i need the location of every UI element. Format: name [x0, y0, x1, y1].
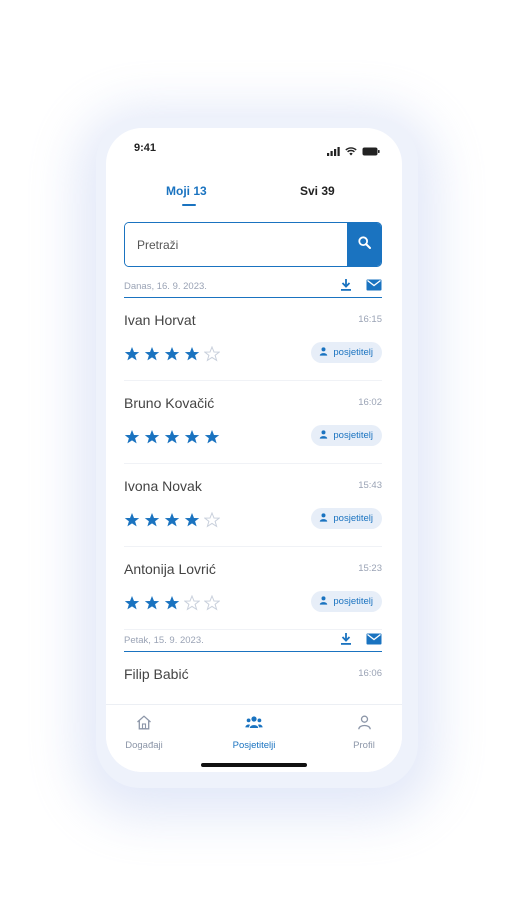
- star-filled-icon: [124, 512, 140, 528]
- visitor-list-item[interactable]: Antonija Lovrić 15:23 posjetitelj: [124, 547, 382, 630]
- visitor-list-item[interactable]: Bruno Kovačić 16:02 posjetitelj: [124, 381, 382, 464]
- mail-icon[interactable]: [366, 279, 382, 291]
- nav-events-label: Događaji: [125, 740, 163, 751]
- nav-visitors[interactable]: Posjetitelji: [226, 715, 282, 751]
- visitor-role-badge: posjetitelj: [311, 425, 382, 446]
- people-icon: [245, 715, 263, 735]
- download-icon[interactable]: [340, 278, 352, 291]
- nav-visitors-label: Posjetitelji: [232, 740, 276, 751]
- date-label: Danas, 16. 9. 2023.: [124, 281, 207, 292]
- star-filled-icon: [144, 595, 160, 611]
- user-icon: [319, 595, 328, 608]
- visitor-time: 15:23: [358, 563, 382, 574]
- tab-all-label: Svi: [300, 184, 319, 198]
- rating-stars: [124, 346, 220, 362]
- star-filled-icon: [164, 346, 180, 362]
- star-empty-icon: [184, 595, 200, 611]
- star-filled-icon: [144, 512, 160, 528]
- star-filled-icon: [124, 595, 140, 611]
- visitor-list-item[interactable]: Ivona Novak 15:43 posjetitelj: [124, 464, 382, 547]
- badge-label: posjetitelj: [333, 347, 373, 358]
- user-icon: [319, 512, 328, 525]
- visitor-name: Antonija Lovrić: [124, 561, 216, 577]
- visitor-role-badge: posjetitelj: [311, 508, 382, 529]
- status-icons: [327, 143, 380, 161]
- active-tab-indicator: [182, 204, 196, 206]
- visitor-role-badge: posjetitelj: [311, 591, 382, 612]
- star-empty-icon: [204, 595, 220, 611]
- search-input[interactable]: [125, 223, 347, 266]
- tab-mine-label: Moji: [166, 184, 190, 198]
- nav-profile-label: Profil: [353, 740, 375, 751]
- nav-events[interactable]: Događaji: [124, 715, 164, 751]
- star-filled-icon: [164, 512, 180, 528]
- tab-all[interactable]: Svi 39: [300, 184, 335, 198]
- visitor-name: Filip Babić: [124, 666, 189, 682]
- date-group-header: Petak, 15. 9. 2023.: [124, 630, 382, 652]
- user-icon: [319, 346, 328, 359]
- status-time: 9:41: [134, 142, 157, 154]
- visitor-list-item[interactable]: Ivan Horvat 16:15 posjetitelj: [124, 298, 382, 381]
- wifi-icon: [345, 143, 357, 161]
- badge-label: posjetitelj: [333, 430, 373, 441]
- badge-label: posjetitelj: [333, 513, 373, 524]
- battery-icon: [362, 143, 380, 161]
- signal-icon: [327, 143, 340, 161]
- star-filled-icon: [204, 429, 220, 445]
- star-filled-icon: [144, 346, 160, 362]
- visitor-name: Ivona Novak: [124, 478, 202, 494]
- tab-bar: Moji 13 Svi 39: [106, 184, 402, 214]
- rating-stars: [124, 429, 220, 445]
- visitor-time: 15:43: [358, 480, 382, 491]
- date-group-header: Danas, 16. 9. 2023.: [124, 276, 382, 298]
- mail-icon[interactable]: [366, 633, 382, 645]
- star-filled-icon: [184, 346, 200, 362]
- date-actions: [340, 632, 382, 645]
- phone-screen: 9:41 Moji 13 Svi 39 Pretraži Danas, 16. …: [106, 128, 402, 772]
- badge-label: posjetitelj: [333, 596, 373, 607]
- star-filled-icon: [184, 429, 200, 445]
- search-icon: [357, 235, 371, 254]
- home-indicator: [201, 763, 307, 767]
- rating-stars: [124, 512, 220, 528]
- rating-stars: [124, 595, 220, 611]
- tab-mine-count: 13: [193, 184, 207, 198]
- nav-profile[interactable]: Profil: [344, 715, 384, 751]
- visitor-name: Bruno Kovačić: [124, 395, 215, 411]
- visitor-name: Ivan Horvat: [124, 312, 196, 328]
- star-filled-icon: [164, 429, 180, 445]
- visitor-time: 16:06: [358, 668, 382, 679]
- star-empty-icon: [204, 512, 220, 528]
- star-filled-icon: [124, 429, 140, 445]
- tab-all-count: 39: [321, 184, 335, 198]
- user-icon: [319, 429, 328, 442]
- date-actions: [340, 278, 382, 291]
- star-filled-icon: [184, 512, 200, 528]
- search-bar: [124, 222, 382, 267]
- bottom-navigation: Događaji Posjetitelji Profil: [106, 704, 402, 772]
- home-icon: [136, 715, 152, 735]
- star-empty-icon: [204, 346, 220, 362]
- date-label: Petak, 15. 9. 2023.: [124, 635, 204, 646]
- star-filled-icon: [164, 595, 180, 611]
- visitor-time: 16:15: [358, 314, 382, 325]
- star-filled-icon: [124, 346, 140, 362]
- search-button[interactable]: [347, 223, 381, 266]
- person-icon: [357, 715, 372, 735]
- visitor-time: 16:02: [358, 397, 382, 408]
- status-bar: 9:41: [106, 138, 402, 158]
- download-icon[interactable]: [340, 632, 352, 645]
- visitor-role-badge: posjetitelj: [311, 342, 382, 363]
- tab-mine[interactable]: Moji 13: [166, 184, 207, 198]
- star-filled-icon: [144, 429, 160, 445]
